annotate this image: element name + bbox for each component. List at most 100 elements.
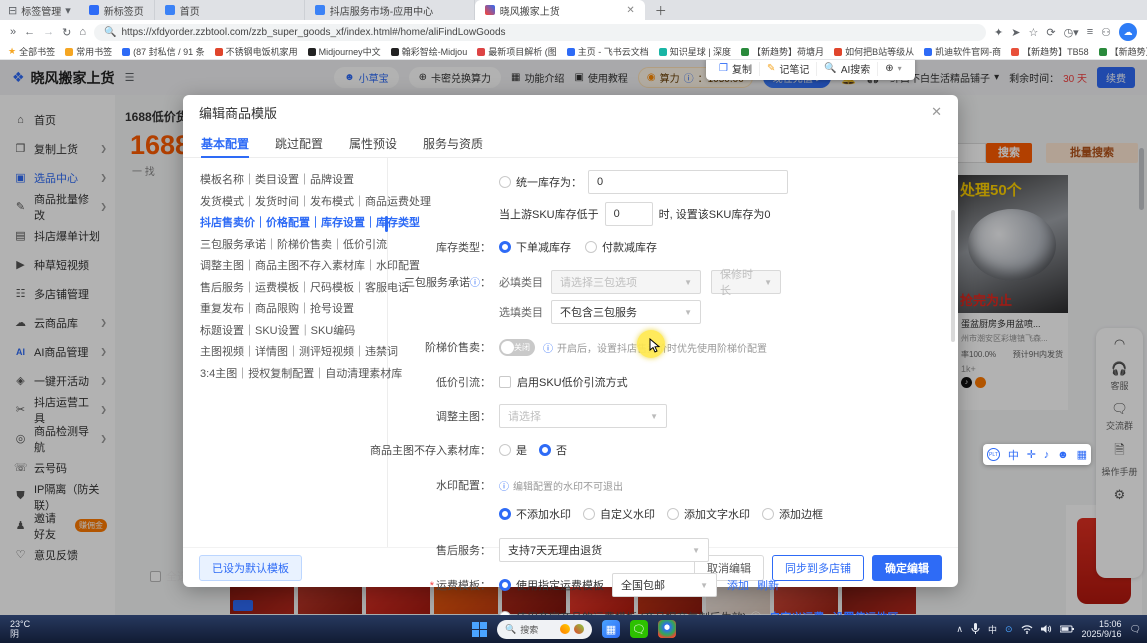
modal-scrollbar[interactable] bbox=[951, 210, 955, 342]
url-field[interactable]: 🔍 https://xfdyorder.zzbtool.com/zzb_supe… bbox=[94, 24, 986, 41]
new-tab-button[interactable]: ＋ bbox=[645, 2, 677, 19]
browser-tab[interactable]: 抖店服务市场-应用中心 bbox=[305, 0, 475, 20]
nav-price-stock[interactable]: 抖店售卖价｜价格配置｜库存设置｜库存类型 bbox=[200, 213, 387, 235]
history-icon[interactable]: ◷▾ bbox=[1064, 26, 1079, 39]
mic-icon[interactable]: ♪ bbox=[1044, 449, 1050, 461]
bookmark[interactable]: (87 封私信 / 91 条 bbox=[122, 45, 205, 58]
bookmark[interactable]: Midjourney中文 bbox=[308, 45, 381, 58]
after-sale-select[interactable]: 支持7天无理由退货▼ bbox=[499, 538, 709, 562]
home-icon[interactable]: ⌂ bbox=[79, 26, 86, 38]
unified-stock-input[interactable]: 0 bbox=[588, 170, 788, 194]
back-icon[interactable]: ← bbox=[24, 26, 35, 38]
tab-manager[interactable]: 标签管理 bbox=[21, 3, 61, 18]
browser-tab-active[interactable]: 晓风搬家上货 ✕ bbox=[475, 0, 645, 20]
bookmark[interactable]: 知识星球 | 深度 bbox=[659, 45, 731, 58]
copy-button[interactable]: ❐复制 bbox=[712, 62, 760, 76]
low-price-checkbox[interactable] bbox=[499, 376, 511, 388]
tab-attribute-preset[interactable]: 属性预设 bbox=[349, 129, 397, 157]
tray-app-icon[interactable]: ⊙ bbox=[1005, 624, 1013, 635]
no-store-radio-no[interactable] bbox=[539, 444, 551, 456]
tab-skip-config[interactable]: 跳过配置 bbox=[275, 129, 323, 157]
low-stock-input[interactable]: 0 bbox=[605, 202, 653, 226]
ai-search-button[interactable]: 🔍AI搜索 bbox=[817, 62, 878, 76]
bookmark[interactable]: 【新趋势】淘宝 bbox=[1099, 45, 1147, 58]
watermark-radio-none[interactable] bbox=[499, 508, 511, 520]
bookmark[interactable]: 【新趋势】荷塘月 bbox=[741, 45, 824, 58]
browser-tab[interactable]: 新标签页 bbox=[79, 0, 155, 20]
close-icon[interactable]: ✕ bbox=[931, 104, 942, 120]
freight-radio-specified[interactable] bbox=[499, 579, 511, 591]
chinese-mode-icon[interactable]: 中 bbox=[1008, 447, 1019, 463]
mic-icon[interactable] bbox=[971, 623, 980, 635]
taskbar-search[interactable]: 🔍 搜索 bbox=[497, 620, 592, 639]
forward-icon[interactable]: → bbox=[43, 26, 54, 38]
nav-delivery-mode[interactable]: 发货模式｜发货时间｜发布模式｜商品运费处理 bbox=[200, 192, 387, 214]
browser-avatar[interactable]: ☁ bbox=[1119, 23, 1137, 41]
freight-select[interactable]: 全国包邮▼ bbox=[612, 573, 717, 597]
send-icon[interactable]: ➤ bbox=[1011, 26, 1020, 39]
watermark-radio-border[interactable] bbox=[762, 508, 774, 520]
tray-expand-icon[interactable]: ∧ bbox=[956, 624, 963, 635]
grid-icon[interactable]: ▦ bbox=[1077, 448, 1087, 461]
remote-area-link[interactable]: 设置偏远地区 bbox=[832, 609, 898, 615]
bookmark[interactable]: 不锈钢电饭机家用 bbox=[215, 45, 298, 58]
weather-widget[interactable]: 23°C 阴 bbox=[0, 619, 40, 639]
notification-center-icon[interactable]: 🗨 bbox=[1130, 624, 1141, 635]
plugin-icon[interactable]: PLT bbox=[987, 448, 1000, 461]
three-pack-optional-select[interactable]: 不包含三包服务▼ bbox=[551, 300, 701, 324]
bookmark[interactable]: 翰彩智绘-Midjou bbox=[391, 45, 468, 58]
custom-freight-link[interactable]: 自定义运费 bbox=[769, 609, 824, 615]
taskbar-clock[interactable]: 15:06 2025/9/16 bbox=[1082, 619, 1122, 639]
extension-icon[interactable]: ⊟ bbox=[8, 4, 17, 17]
bookmark[interactable]: 主页 - 飞书云文档 bbox=[567, 45, 649, 58]
watermark-radio-text[interactable] bbox=[667, 508, 679, 520]
nav-template-name[interactable]: 模板名称｜类目设置｜品牌设置 bbox=[200, 170, 387, 192]
overflow-icon[interactable]: » bbox=[10, 26, 16, 38]
no-store-radio-yes[interactable] bbox=[499, 444, 511, 456]
taskbar-app-wechat[interactable]: 🗨 bbox=[630, 620, 648, 638]
menu-icon[interactable]: ≡ bbox=[1087, 26, 1093, 38]
watermark-radio-custom[interactable] bbox=[583, 508, 595, 520]
freight-radio-merchant[interactable] bbox=[499, 611, 511, 615]
bookmark-star-icon[interactable]: ☆ bbox=[1028, 26, 1038, 39]
close-tab-icon[interactable]: ✕ bbox=[626, 5, 634, 16]
battery-icon[interactable] bbox=[1060, 625, 1074, 633]
wifi-icon[interactable] bbox=[1021, 624, 1033, 634]
favicon bbox=[165, 5, 175, 15]
freight-refresh-link[interactable]: 刷新 bbox=[757, 577, 779, 593]
three-pack-required-select[interactable]: 请选择三包选项▼ bbox=[551, 270, 701, 294]
info-icon: ⓘ bbox=[543, 340, 553, 355]
bookmark[interactable]: 最新项目解析 (图 bbox=[477, 45, 557, 58]
warranty-select[interactable]: 保修时长▼ bbox=[711, 270, 781, 294]
browser-tab[interactable]: 首页 bbox=[155, 0, 305, 20]
sync-icon[interactable]: ⟳ bbox=[1046, 26, 1055, 39]
adjust-image-select[interactable]: 请选择▼ bbox=[499, 404, 667, 428]
tab-service-qualification[interactable]: 服务与资质 bbox=[423, 129, 483, 157]
bookmark[interactable]: ★全部书签 bbox=[8, 45, 55, 58]
taskbar-app-grid[interactable]: ▦ bbox=[602, 620, 620, 638]
lightning-icon[interactable]: ✦ bbox=[994, 26, 1003, 39]
user-icon[interactable]: ☻ bbox=[1057, 449, 1069, 461]
chevron-down-icon: ▼ bbox=[684, 308, 692, 317]
profile-icon[interactable]: ⚇ bbox=[1101, 26, 1111, 39]
cursor-tool-icon[interactable]: ✛ bbox=[1027, 448, 1036, 461]
stock-type-radio-order[interactable] bbox=[499, 241, 511, 253]
freight-add-link[interactable]: 添加 bbox=[727, 577, 749, 593]
tab-basic-config[interactable]: 基本配置 bbox=[201, 129, 249, 157]
bookmark[interactable]: 常用书签 bbox=[65, 45, 112, 58]
nav-repeat-publish[interactable]: 重复发布｜商品限购｜抢号设置 bbox=[200, 299, 387, 321]
start-button[interactable] bbox=[472, 622, 487, 637]
stock-type-radio-pay[interactable] bbox=[585, 241, 597, 253]
bookmark[interactable]: 如何把B站等级从 bbox=[834, 45, 914, 58]
speaker-icon[interactable] bbox=[1041, 624, 1052, 634]
taskbar-app-browser[interactable] bbox=[658, 620, 676, 638]
note-button[interactable]: ✎记笔记 bbox=[760, 62, 817, 76]
more-button[interactable]: ⊕▾ bbox=[878, 62, 908, 76]
bookmark[interactable]: 【新趋势】TB58 bbox=[1011, 45, 1089, 58]
ladder-price-toggle[interactable]: 关闭 bbox=[499, 339, 535, 356]
reload-icon[interactable]: ↻ bbox=[62, 26, 71, 39]
unified-stock-radio[interactable] bbox=[499, 176, 511, 188]
bookmarks-bar: ★全部书签 常用书签 (87 封私信 / 91 条 不锈钢电饭机家用 Midjo… bbox=[0, 44, 1147, 60]
bookmark[interactable]: 凯迪软件官网-商 bbox=[924, 45, 1001, 58]
ime-indicator[interactable]: 中 bbox=[988, 623, 997, 636]
